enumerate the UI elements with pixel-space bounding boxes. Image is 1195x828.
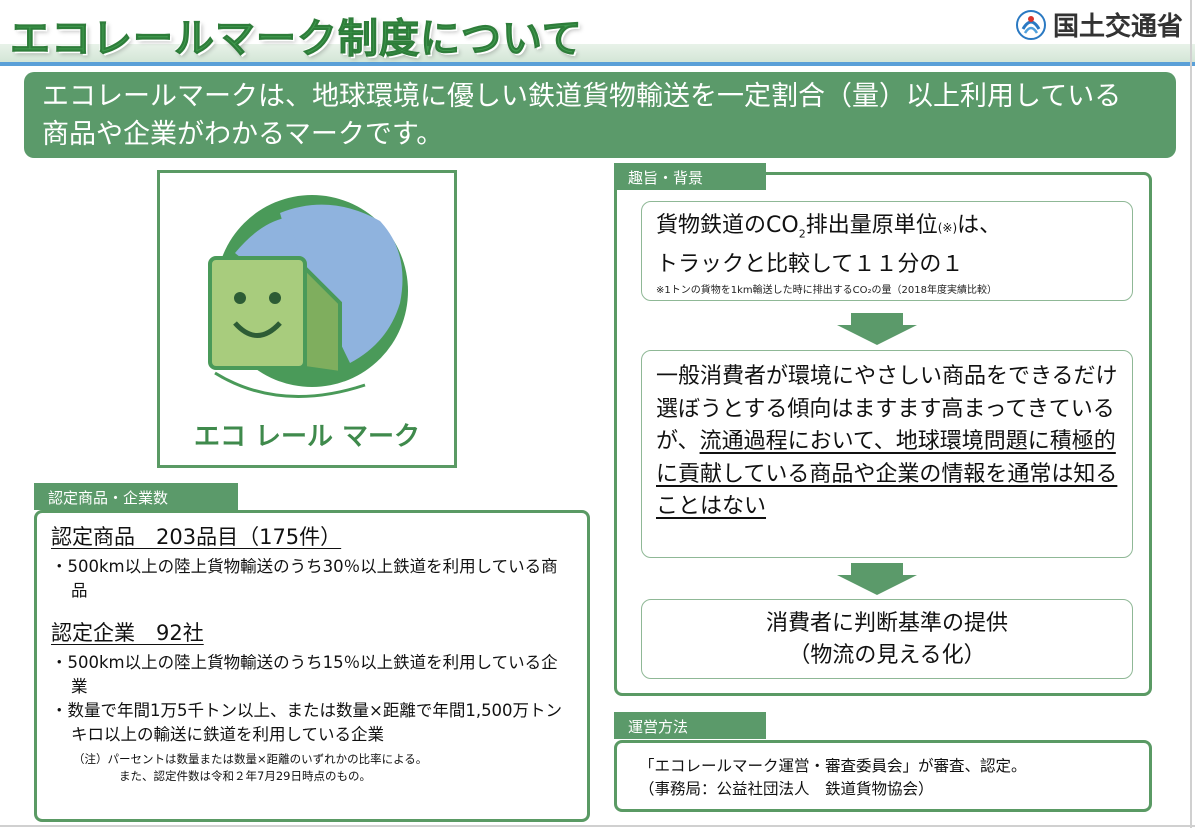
frame-edge [1190, 0, 1192, 828]
certified-panel: 認定商品 203品目（175件） ・500km以上の陸上貨物輸送のうち30％以上… [34, 510, 590, 822]
co2-bubble: 貨物鉄道のCO2排出量原単位(※)は、 トラックと比較して１１分の１ ※1トンの… [641, 201, 1133, 301]
intro-line-2: 商品や企業がわかるマークです。 [42, 119, 444, 150]
co2-statement: 貨物鉄道のCO2排出量原単位(※)は、 トラックと比較して１１分の１ [656, 210, 1118, 280]
page-title: エコレールマーク制度について [10, 16, 583, 63]
ministry-brand: 国土交通省 [1015, 6, 1183, 43]
co2-text: 貨物鉄道のCO [656, 213, 799, 238]
co2-mark: (※) [937, 221, 958, 235]
operation-line-2: （事務局：公益社団法人 鉄道貨物協会） [639, 780, 934, 798]
co2-footnote: ※1トンの貨物を1km輸送した時に排出するCO₂の量（2018年度実績比較） [656, 285, 997, 297]
note: （注）パーセントは数量または数量×距離のいずれかの比率による。 また、認定件数は… [51, 751, 573, 785]
co2-text: は、 [957, 213, 1002, 238]
companies-item: ・500km以上の陸上貨物輸送のうち15％以上鉄道を利用している企業 [51, 653, 558, 696]
companies-heading: 認定企業 92社 [51, 621, 204, 645]
consumer-text-underlined: 流通過程において、地球環境問題に積極的に貢献している商品や企業の情報を通常は知る… [656, 429, 1118, 519]
frame-edge [0, 825, 1195, 827]
arrow-down-icon [837, 313, 917, 345]
background-panel: 貨物鉄道のCO2排出量原単位(※)は、 トラックと比較して１１分の１ ※1トンの… [614, 172, 1152, 696]
eco-rail-mark-icon: エコ レール マーク [194, 195, 420, 452]
intro-line-1: エコレールマークは、地球環境に優しい鉄道貨物輸送を一定割合（量）以上利用している [42, 81, 1122, 112]
companies-item: ・数量で年間1万5千トン以上、または数量×距離で年間1,500万トンキロ以上の輸… [51, 701, 563, 744]
certified-tab: 認定商品・企業数 [34, 483, 238, 510]
consumer-bubble: 一般消費者が環境にやさしい商品をできるだけ選ぼうとする傾向はますます高まってきて… [641, 350, 1133, 558]
solution-line-1: 消費者に判断基準の提供 [765, 611, 1008, 636]
solution-line-2: （物流の見える化） [788, 643, 986, 668]
co2-subscript: 2 [798, 227, 806, 241]
eco-rail-mark-logo: エコ レール マーク [157, 170, 457, 468]
operation-line-1: 「エコレールマーク運営・審査委員会」が審査、認定。 [639, 757, 1027, 775]
co2-comparison: トラックと比較して１１分の１ [656, 252, 964, 278]
arrow-down-icon [837, 563, 917, 595]
ministry-logo-icon [1015, 9, 1046, 40]
background-tab: 趣旨・背景 [614, 163, 766, 190]
products-item: ・500km以上の陸上貨物輸送のうち30％以上鉄道を利用している商品 [51, 557, 558, 600]
products-heading: 認定商品 203品目（175件） [51, 525, 342, 549]
ministry-name: 国土交通省 [1052, 12, 1183, 42]
operation-tab: 運営方法 [614, 712, 766, 739]
co2-text: 排出量原単位 [805, 213, 938, 238]
solution-bubble: 消費者に判断基準の提供 （物流の見える化） [641, 599, 1133, 679]
note-line-1: （注）パーセントは数量または数量×距離のいずれかの比率による。 [73, 752, 428, 766]
logo-caption: エコ レール マーク [194, 422, 420, 452]
note-line-2: また、認定件数は令和２年7月29日時点のもの。 [119, 769, 371, 783]
intro-banner: エコレールマークは、地球環境に優しい鉄道貨物輸送を一定割合（量）以上利用している… [24, 72, 1176, 158]
operation-panel: 「エコレールマーク運営・審査委員会」が審査、認定。 （事務局：公益社団法人 鉄道… [614, 740, 1152, 812]
